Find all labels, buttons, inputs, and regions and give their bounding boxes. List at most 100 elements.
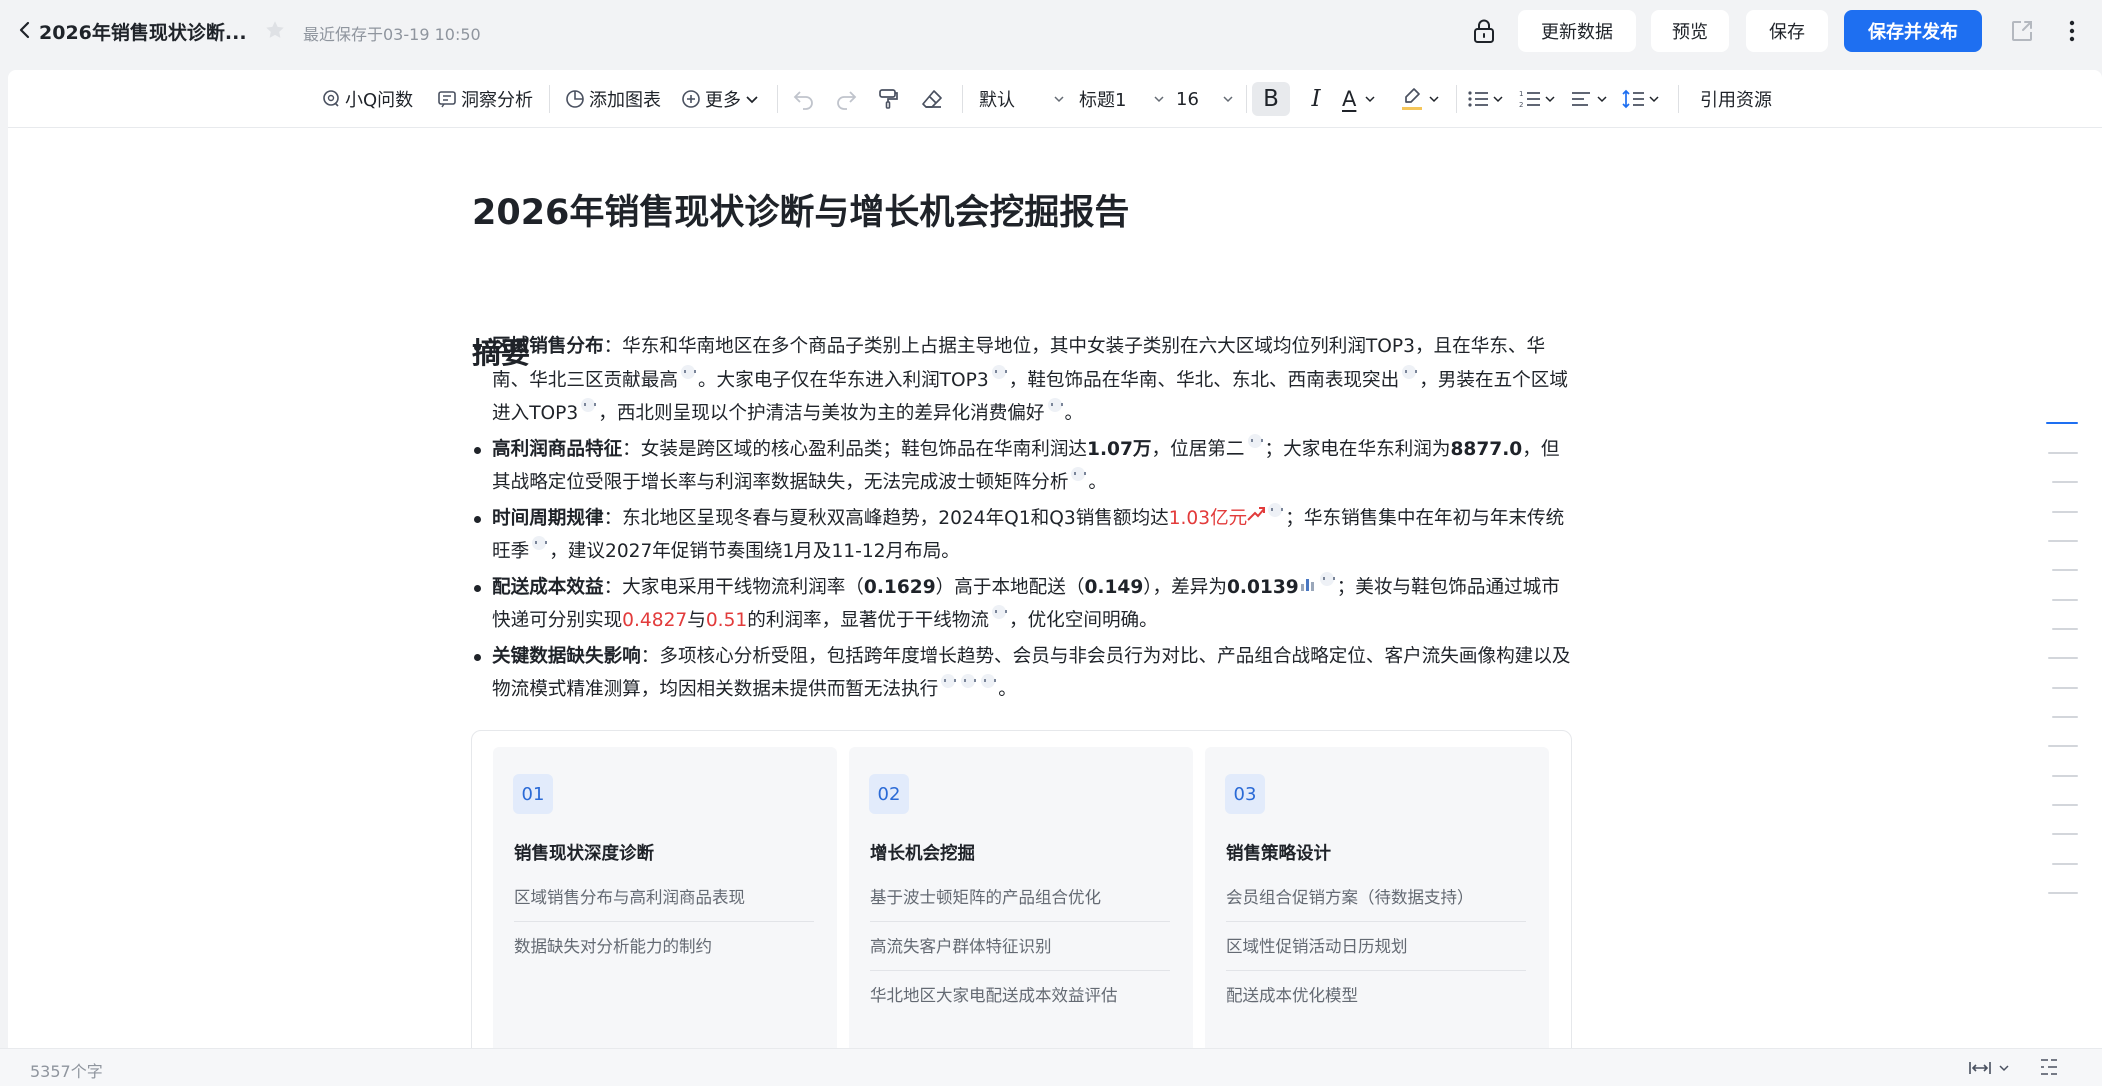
cite-resource-button[interactable]: 引用资源 [1700,82,1772,116]
ask-q-button[interactable]: 小Q问数 [320,82,413,116]
outline-marker[interactable] [2052,833,2078,835]
card-item-list: 基于波士顿矩阵的产品组合优化 高流失客户群体特征识别 华北地区大家电配送成本效益… [870,873,1170,1020]
outline-marker[interactable] [2052,511,2078,513]
bullet-text: ；大家电在华东利润为 [1264,438,1451,460]
numbered-list-button[interactable]: 12 [1518,82,1562,116]
list-item[interactable]: 关键数据缺失影响：多项核心分析受阻，包括跨年度增长趋势、会员与非会员行为对比、产… [464,640,1574,707]
outline-marker[interactable] [2048,892,2078,894]
plus-circle-icon [682,90,700,108]
citation-icon[interactable] [532,536,548,550]
more-options-icon[interactable] [2062,17,2082,45]
font-size-value: 16 [1176,88,1199,110]
save-and-publish-button[interactable]: 保存并发布 [1844,10,1982,52]
bullet-text: 。 [998,679,1017,700]
ask-q-label: 小Q问数 [345,90,414,111]
outline-marker[interactable] [2052,804,2078,806]
top-bar: 2026年销售现状诊断... 最近保存于03-19 10:50 更新数据 预览 … [0,0,2102,62]
citation-icon[interactable] [1071,467,1087,481]
card-item-list: 会员组合促销方案（待数据支持） 区域性促销活动日历规划 配送成本优化模型 [1226,873,1526,1020]
font-family-select[interactable]: 默认 [979,82,1069,116]
chevron-down-icon [1365,96,1375,103]
bullet-text: ：女装是跨区域的核心盈利品类；鞋包饰品在华南利润达 [622,438,1088,460]
toolbar-divider [777,85,778,113]
lock-icon[interactable] [1470,16,1498,46]
outline-marker[interactable] [2052,569,2078,571]
outline-marker[interactable] [2048,657,2078,659]
word-count: 5357个字 [30,1062,103,1081]
card-number: 02 [869,774,909,814]
citation-icon[interactable] [680,364,696,379]
citation-icon[interactable] [1402,364,1418,379]
format-painter-button[interactable] [876,82,904,116]
document-heading[interactable]: 2026年销售现状诊断与增长机会挖掘报告 [472,184,1129,235]
clear-format-button[interactable] [920,82,948,116]
chevron-down-icon [1493,96,1503,103]
outline-marker[interactable] [2052,481,2078,483]
toolbar-divider [1678,85,1679,113]
citation-icon[interactable] [961,674,977,688]
line-height-button[interactable] [1622,82,1666,116]
card-item: 华北地区大家电配送成本效益评估 [870,986,1118,1005]
citation-icon[interactable] [991,605,1007,619]
highlight-button[interactable] [1400,82,1450,116]
document-title[interactable]: 2026年销售现状诊断... [39,18,247,45]
share-icon[interactable] [2008,17,2036,45]
card-01[interactable]: 01 销售现状深度诊断 区域销售分布与高利润商品表现 数据缺失对分析能力的制约 [493,747,837,1061]
card-02[interactable]: 02 增长机会挖掘 基于波士顿矩阵的产品组合优化 高流失客户群体特征识别 华北地… [849,747,1193,1061]
citation-icon[interactable] [1319,571,1335,586]
citation-icon[interactable] [981,674,997,688]
list-item[interactable]: 时间周期规律：东北地区呈现冬春与夏秋双高峰趋势，2024年Q1和Q3销售额均达1… [464,502,1574,569]
card-item: 区域销售分布与高利润商品表现 [514,873,814,922]
chevron-down-icon [1223,96,1233,103]
outline-marker[interactable] [2048,540,2078,542]
outline-marker[interactable] [2052,599,2078,601]
list-item[interactable]: 高利润商品特征：女装是跨区域的核心盈利品类；鞋包饰品在华南利润达1.07万，位居… [464,433,1574,500]
citation-icon[interactable] [941,674,957,688]
outline-marker[interactable] [2048,745,2078,747]
outline-marker[interactable] [2052,716,2078,718]
save-button[interactable]: 保存 [1746,10,1828,52]
font-color-button[interactable]: A [1342,82,1392,116]
citation-icon[interactable] [581,398,597,412]
chevron-down-icon [1545,96,1555,103]
list-item[interactable]: 配送成本效益：大家电采用干线物流利润率（0.1629）高于本地配送（0.149）… [464,571,1574,638]
heading-select[interactable]: 标题1 [1079,82,1169,116]
bold-button[interactable]: B [1252,82,1290,116]
back-icon[interactable] [12,17,38,43]
outline-marker[interactable] [2052,863,2078,865]
outline-toggle-icon[interactable] [2038,1056,2062,1080]
fit-width-control[interactable] [1968,1057,2014,1079]
insight-button[interactable]: 洞察分析 [436,82,533,116]
list-item[interactable]: 区域销售分布：华东和华南地区在多个商品子类别上占据主导地位，其中女装子类别在六大… [464,330,1574,431]
outline-marker[interactable] [2052,775,2078,777]
citation-icon[interactable] [991,364,1007,379]
redo-button[interactable] [834,82,862,116]
ask-q-icon [323,90,339,107]
star-icon[interactable] [264,19,288,43]
insight-icon [438,91,456,108]
card-03[interactable]: 03 销售策略设计 会员组合促销方案（待数据支持） 区域性促销活动日历规划 配送… [1205,747,1549,1061]
citation-icon[interactable] [1268,502,1284,517]
citation-icon[interactable] [1247,433,1263,448]
add-chart-button[interactable]: 添加图表 [564,82,661,116]
bullet-list-button[interactable] [1466,82,1510,116]
insight-label: 洞察分析 [461,90,533,111]
outline-marker-active[interactable] [2046,422,2078,424]
undo-button[interactable] [792,82,820,116]
bullet-value-highlight: 0.51 [705,610,748,631]
align-button[interactable] [1570,82,1614,116]
card-item: 区域性促销活动日历规划 [1226,922,1526,971]
preview-button[interactable]: 预览 [1651,10,1729,52]
chevron-down-icon [746,96,758,104]
outline-marker[interactable] [2052,628,2078,630]
font-size-select[interactable]: 16 [1176,82,1238,116]
citation-icon[interactable] [1047,398,1063,412]
outline-marker[interactable] [2048,452,2078,454]
update-data-button[interactable]: 更新数据 [1518,10,1636,52]
outline-marker[interactable] [2052,687,2078,689]
more-label: 更多 [705,90,741,111]
more-button[interactable]: 更多 [680,82,759,116]
bullet-text: 。大家电子仅在华东进入利润TOP3 [697,369,989,391]
italic-button[interactable]: I [1302,82,1330,116]
card-item-list: 区域销售分布与高利润商品表现 数据缺失对分析能力的制约 [514,873,814,971]
